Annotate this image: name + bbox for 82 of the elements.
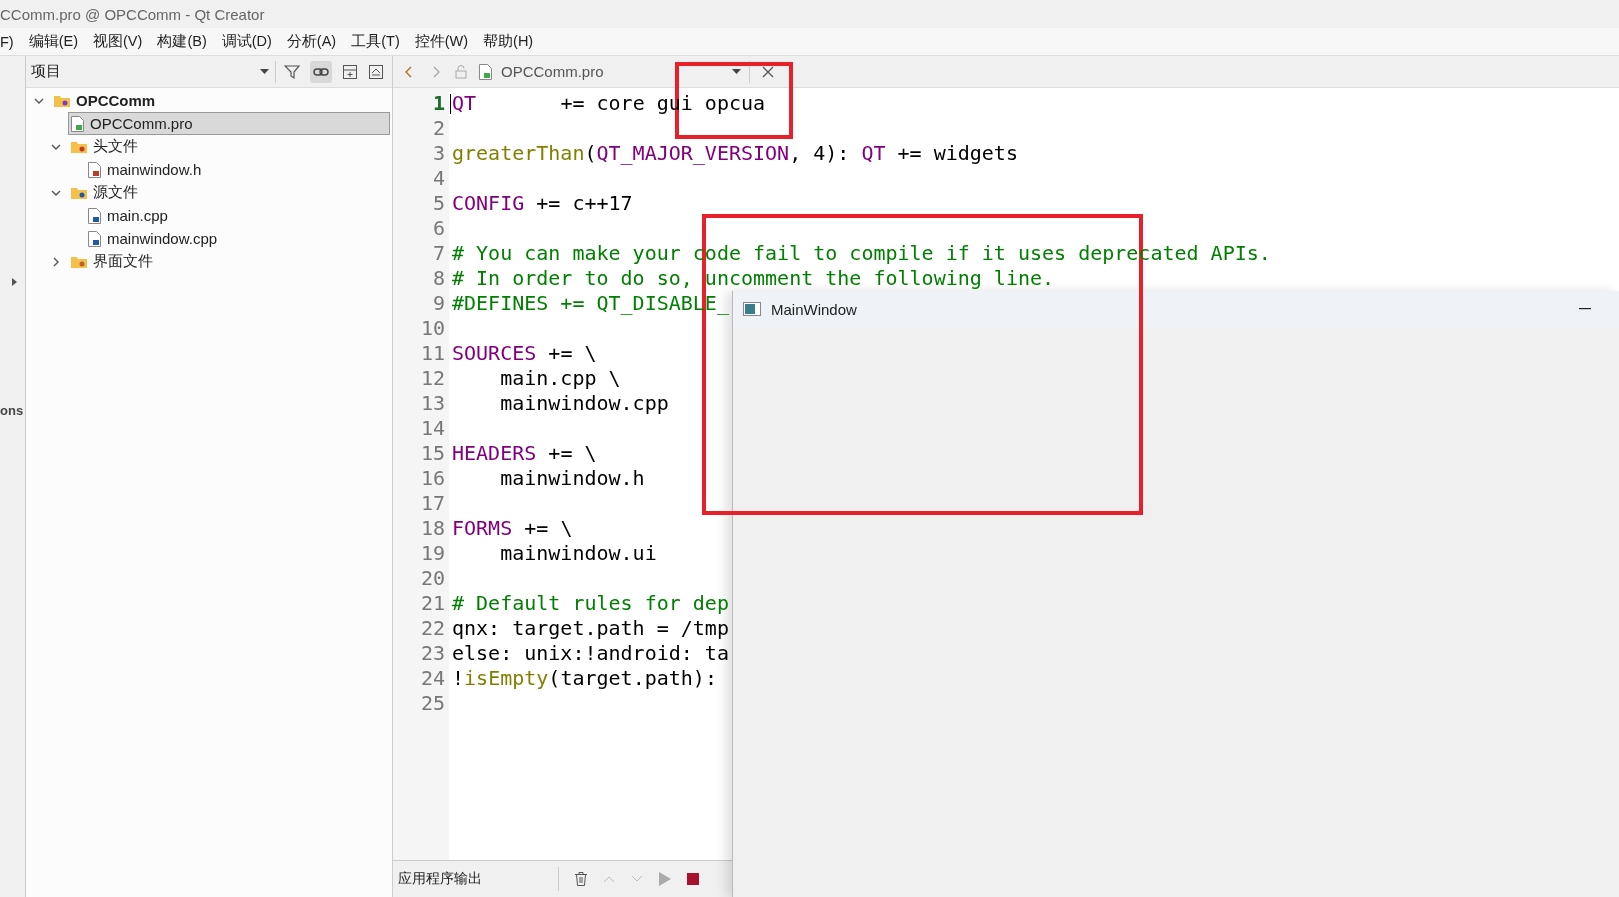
file-icon [479, 63, 492, 80]
folder-icon [54, 93, 70, 108]
code-line: CONFIG += c++17 [452, 191, 633, 215]
line-number: 24 [419, 666, 445, 691]
menu-item[interactable]: F) [0, 33, 14, 50]
code-line: greaterThan(QT_MAJOR_VERSION, 4): QT += widgets [452, 141, 1018, 165]
tree-item[interactable]: 界面文件 [68, 250, 390, 273]
folder-icon [71, 139, 87, 154]
line-number: 8 [431, 266, 445, 291]
code-line: SOURCES += \ [452, 341, 597, 365]
window-icon [743, 302, 761, 316]
line-number: 20 [419, 566, 445, 591]
tree-item[interactable]: OPCComm.pro [68, 112, 390, 135]
line-number: 23 [419, 641, 445, 666]
line-number: 22 [419, 616, 445, 641]
line-number: 6 [431, 216, 445, 241]
code-line: mainwindow.cpp [499, 391, 669, 415]
line-number: 3 [431, 141, 445, 166]
window-title: MainWindow [771, 300, 857, 318]
caret-icon [732, 69, 741, 74]
folder-icon [71, 254, 87, 269]
menu-item[interactable]: 控件(W) [414, 32, 469, 51]
window-title: CComm.pro @ OPCComm - Qt Creator [0, 5, 265, 23]
code-line: qnx: target.path = /tmp [452, 616, 729, 640]
code-line: mainwindow.h [499, 466, 645, 490]
folder-icon [71, 185, 87, 200]
tree-item[interactable]: OPCComm [51, 89, 390, 112]
line-number: 7 [431, 241, 445, 266]
file-icon [88, 230, 101, 247]
line-number: 15 [419, 441, 445, 466]
code-line: !isEmpty(target.path): [452, 666, 718, 690]
line-number: 2 [431, 116, 445, 141]
tree-item[interactable]: mainwindow.h [85, 158, 390, 181]
line-number: 13 [419, 391, 445, 416]
menu-item[interactable]: 调试(D) [221, 32, 272, 51]
tree-item[interactable]: mainwindow.cpp [85, 227, 390, 250]
code-line: HEADERS += \ [452, 441, 597, 465]
line-number: 19 [419, 541, 445, 566]
menu-item[interactable]: 帮助(H) [483, 32, 534, 51]
line-number: 21 [419, 591, 445, 616]
file-icon [71, 115, 84, 132]
line-number: 16 [419, 466, 445, 491]
line-number: 9 [431, 291, 445, 316]
line-number: 10 [419, 316, 445, 341]
menu-item[interactable]: 编辑(E) [28, 32, 79, 51]
tree-item[interactable]: 源文件 [68, 181, 390, 204]
tree-item[interactable]: 头文件 [68, 135, 390, 158]
menu-item[interactable]: 视图(V) [93, 32, 143, 51]
minimize-icon[interactable] [1579, 308, 1591, 310]
code-line: # In order to do so, uncomment the following line. [452, 266, 1055, 290]
close-icon[interactable] [762, 65, 774, 78]
line-number: 11 [419, 341, 445, 366]
code-line: mainwindow.ui [499, 541, 657, 565]
line-number: 12 [419, 366, 445, 391]
collapse-icon[interactable] [368, 63, 384, 80]
line-number: 4 [431, 166, 445, 191]
pane-title: 应用程序输出 [398, 870, 482, 888]
file-icon [88, 161, 101, 178]
menu-item[interactable]: 分析(A) [286, 32, 337, 51]
file-icon [88, 207, 101, 224]
mode-label[interactable]: ons [0, 403, 24, 418]
file-dropdown[interactable]: OPCComm.pro [479, 60, 750, 83]
line-number: 25 [419, 691, 445, 716]
line-number: 18 [419, 516, 445, 541]
line-number: 5 [431, 191, 445, 216]
menu-item[interactable]: 构建(B) [157, 32, 207, 51]
line-number: 17 [419, 491, 445, 516]
line-number: 14 [419, 416, 445, 441]
code-line: else: unix:!android: ta [452, 641, 729, 665]
menu-item[interactable]: 工具(T) [351, 32, 400, 51]
trash-icon[interactable] [575, 872, 587, 886]
chevron-icon[interactable] [51, 256, 61, 267]
link-icon[interactable] [310, 60, 332, 83]
tree-item[interactable]: main.cpp [85, 204, 390, 227]
split-icon[interactable] [342, 63, 358, 80]
filter-icon[interactable] [284, 63, 300, 80]
line-number: 1 [431, 91, 445, 116]
code-line: main.cpp \ [499, 366, 621, 390]
caret-icon [260, 69, 269, 74]
code-line: # Default rules for dep [452, 591, 729, 615]
caret-icon[interactable] [12, 278, 17, 286]
code-line: FORMS += \ [452, 516, 573, 540]
